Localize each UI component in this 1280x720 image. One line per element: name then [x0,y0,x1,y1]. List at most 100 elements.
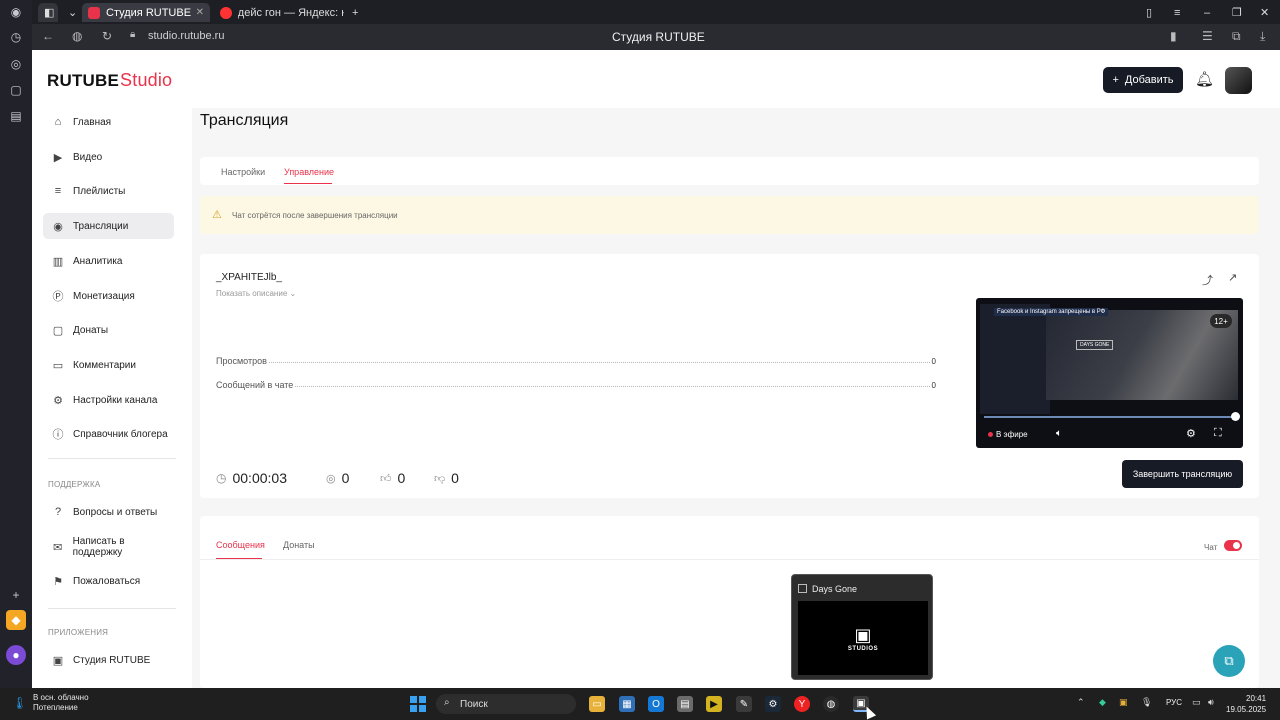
alice-icon[interactable]: ● [6,645,26,665]
obs-icon[interactable]: ▶ [706,696,722,712]
system-clock[interactable]: 20:41 19.05.2025 [1226,693,1266,715]
sidebar-item-report[interactable]: ⚑ Пожаловаться [43,568,174,594]
stat-label: Просмотров [216,356,267,366]
sidebar-item-comments[interactable]: ▭ Комментарии [43,352,174,378]
fullscreen-icon[interactable]: ⛶ [1214,427,1222,440]
close-window-icon[interactable]: ✕ [1254,3,1270,22]
player-progress-handle[interactable] [1231,412,1240,421]
sidebar-item-analytics[interactable]: ▥ Аналитика [43,248,174,274]
add-button[interactable]: + Добавить [1103,67,1183,93]
external-link-icon[interactable]: ↗ [1228,271,1237,284]
bookmark-tab-icon[interactable]: ▯ [1140,3,1156,22]
tab-list-button[interactable]: ⌄ [62,3,78,22]
tab-management[interactable]: Управление [284,167,334,177]
tab-label: дейс гон — Яндекс: нашл [237,6,344,19]
chrome-like-icon[interactable]: ◍ [823,696,839,712]
restore-icon[interactable]: ❐ [1226,3,1242,22]
new-tab-button[interactable]: + [346,3,366,22]
player-progress-bar[interactable] [984,416,1236,418]
sidebar-item-broadcasts[interactable]: ◉ Трансляции [43,213,174,239]
tab-label: Студия RUTUBE [106,6,192,19]
tab-menu-button[interactable]: ◧ [38,3,58,22]
bookmark-icon[interactable]: ▮ [1170,29,1177,43]
sidebar-item-donations[interactable]: ▢ Донаты [43,317,174,343]
browser-logo-icon[interactable]: ◉ [6,2,26,22]
yandex-browser-icon[interactable]: Y [794,696,810,712]
taskbar-window-preview[interactable]: Days Gone ▣ STUDIOS [791,574,933,680]
language-indicator[interactable]: РУС [1166,698,1182,707]
logo-main: RUTUBE [47,71,120,90]
start-button[interactable] [410,696,426,712]
settings-icon: ⚙ [53,394,63,407]
reader-icon[interactable]: ☰ [1202,29,1213,43]
download-icon[interactable]: ⤓ [1260,29,1265,44]
rutube-studio-logo[interactable]: RUTUBEStudio [47,70,172,91]
share-icon[interactable]: ⤴ [1202,272,1213,288]
sidebar-item-video[interactable]: ▶ Видео [43,144,174,170]
tray-app-icon[interactable]: ◆ [1099,697,1106,708]
end-broadcast-button[interactable]: Завершить трансляцию [1122,460,1243,488]
sidebar-item-label: Видео [73,151,103,163]
sidebar: ⌂ Главная ▶ Видео ≡ Плейлисты ◉ Трансляц… [32,108,192,688]
taskbar-search[interactable]: ⌕ Поиск [436,694,576,714]
sidebar-item-faq[interactable]: ? Вопросы и ответы [43,499,174,525]
bell-icon[interactable]: 🔔︎ [1195,70,1214,88]
app-grey-icon[interactable]: ▤ [677,696,693,712]
app-orange-icon[interactable]: ◆ [6,610,26,630]
network-icon[interactable]: ▭ [1192,697,1201,708]
stream-title: _XPAHITEJlb_ [216,272,282,283]
volume-tray-icon[interactable]: 🔊︎ [1208,697,1214,708]
url-field[interactable]: studio.rutube.ru [148,30,224,42]
tab-donations[interactable]: Донаты [283,540,315,550]
playlist-icon: ≡ [54,185,62,197]
menu-icon[interactable]: ≡ [1168,3,1184,22]
tab-active-underline [284,183,332,184]
weather-widget[interactable]: В осн. облачно Потепление [33,693,89,713]
stream-preview-player[interactable]: Facebook и Instagram запрещены в РФ DAYS… [976,298,1243,448]
sidebar-item-blogger-guide[interactable]: ⓘ Справочник блогера [43,421,174,447]
volume-icon[interactable]: 🔈︎ [1056,428,1062,439]
collections-icon[interactable]: ▢ [6,80,26,100]
tray-obs-icon[interactable]: ▣ [1119,697,1128,708]
add-panel-icon[interactable]: + [6,585,26,605]
explorer-icon[interactable]: ▭ [589,696,605,712]
sidebar-item-label: Написать в поддержку [72,536,125,558]
player-settings-icon[interactable]: ⚙ [1186,427,1196,440]
show-description-link[interactable]: Показать описание ⌄ [216,289,296,298]
browser-sidebar: ◉ ◷ ◎ ▢ ▤ + ◆ ● [0,0,32,688]
tab-studio-rutube[interactable]: Студия RUTUBE ✕ [82,3,210,22]
sidebar-item-home[interactable]: ⌂ Главная [43,109,174,135]
tab-yandex-search[interactable]: дейс гон — Яндекс: нашл [214,3,350,22]
downloads-icon[interactable]: ◎ [6,54,26,74]
support-chat-button[interactable]: ⧉ [1213,645,1245,677]
warning-text: Чат сотрётся после завершения трансляции [232,211,398,220]
outlook-icon[interactable]: O [648,696,664,712]
studio-app: RUTUBEStudio + Добавить 🔔︎ ⌂ Главная ▶ В… [32,50,1280,688]
weather-icon[interactable]: 🌡︎ [12,696,27,710]
reload-icon[interactable]: ↻ [102,29,112,43]
start-tile [410,696,417,703]
tray-expand-icon[interactable]: ⌃ [1077,697,1085,708]
sidebar-item-monetization[interactable]: Ⓟ Монетизация [43,283,174,309]
sidebar-item-channel-settings[interactable]: ⚙ Настройки канала [43,387,174,413]
store-icon[interactable]: ▦ [619,696,635,712]
sidebar-item-studio-app[interactable]: ▣ Студия RUTUBE [43,647,174,673]
history-icon[interactable]: ◷ [6,27,26,47]
translate-icon[interactable]: ⧉ [1232,29,1241,44]
microphone-icon[interactable]: 🎙︎ [1141,697,1152,708]
back-icon[interactable]: ← [42,29,54,43]
sidebar-item-contact-support[interactable]: ✉ Написать в поддержку [43,534,174,560]
tab-messages[interactable]: Сообщения [216,540,265,550]
notes-icon[interactable]: ▤ [6,106,26,126]
minimize-icon[interactable]: – [1198,3,1214,22]
chat-toggle[interactable] [1224,540,1242,551]
avatar[interactable] [1225,67,1252,94]
close-icon[interactable]: ✕ [196,7,204,18]
protect-icon[interactable]: ◍ [72,29,82,43]
pen-app-icon[interactable]: ✎ [736,696,752,712]
flag-icon: ⚑ [53,575,63,588]
steam-icon[interactable]: ⚙ [765,696,781,712]
tab-settings[interactable]: Настройки [221,167,265,177]
windows-taskbar: 🌡︎ В осн. облачно Потепление ⌕ Поиск ▭ ▦… [0,688,1280,720]
sidebar-item-playlists[interactable]: ≡ Плейлисты [43,178,174,204]
